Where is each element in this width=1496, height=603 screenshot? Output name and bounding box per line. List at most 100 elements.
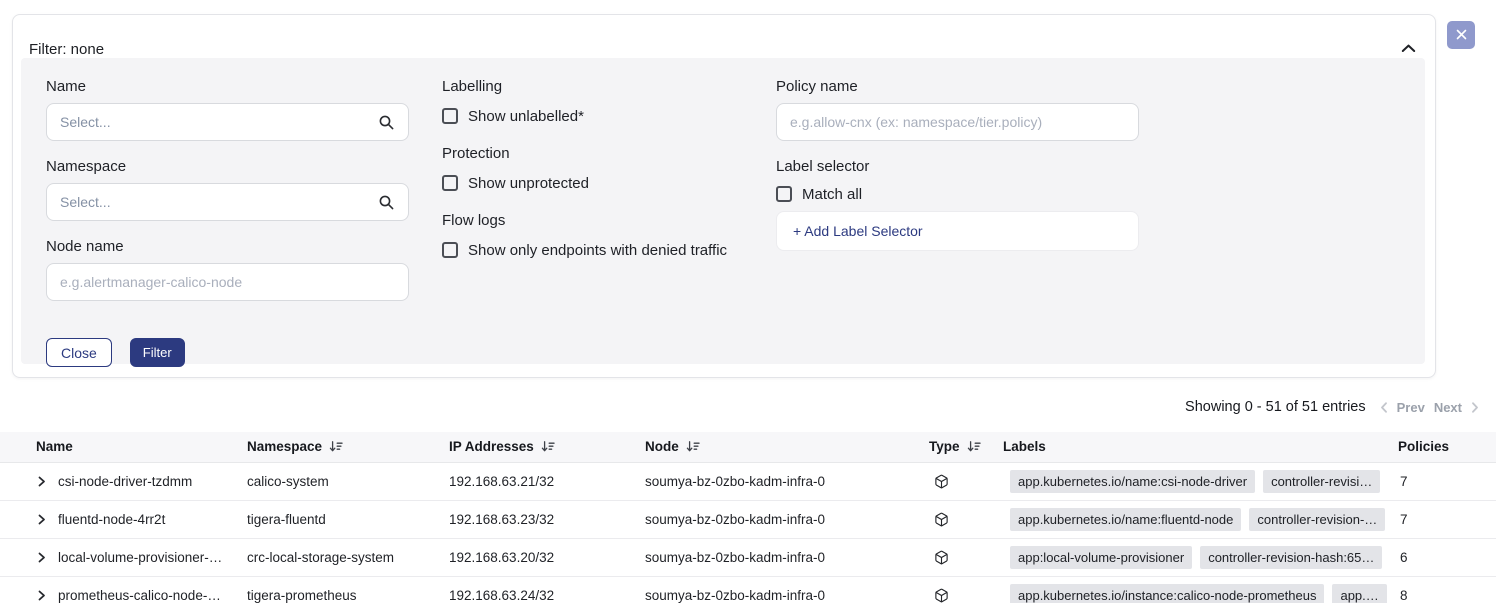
pager: Prev Next: [1380, 400, 1479, 415]
column-label: IP Addresses: [449, 439, 534, 454]
expand-chevron-icon[interactable]: [36, 476, 47, 487]
column-header-type[interactable]: Type: [929, 432, 1003, 462]
endpoint-labels: app.kubernetes.io/name:fluentd-node contr…: [1003, 508, 1398, 531]
match-all-checkbox[interactable]: [776, 186, 792, 202]
column-label: Policies: [1398, 439, 1449, 454]
add-label-selector-button[interactable]: + Add Label Selector: [776, 211, 1139, 251]
collapse-panel-button[interactable]: [1397, 39, 1419, 57]
namespace-filter-label: Namespace: [46, 156, 409, 178]
endpoints-table-body: csi-node-driver-tzdmm calico-system 192.…: [0, 462, 1496, 603]
filter-panel: Filter: none Name Select... Namespace Se…: [12, 14, 1436, 378]
entries-summary: Showing 0 - 51 of 51 entries: [1185, 399, 1366, 415]
name-select-placeholder: Select...: [60, 114, 111, 130]
close-panel-button[interactable]: [1447, 21, 1475, 49]
label-chip: app.kubernetes.io/instance:calico-node-p…: [1010, 584, 1324, 603]
column-header-namespace[interactable]: Namespace: [247, 432, 449, 462]
endpoint-node: soumya-bz-0zbo-kadm-infra-0: [645, 576, 929, 603]
next-button[interactable]: Next: [1434, 400, 1462, 415]
endpoint-name: local-volume-provisioner-…: [58, 550, 222, 565]
column-header-labels: Labels: [1003, 432, 1398, 462]
match-all-label: Match all: [802, 186, 862, 203]
endpoint-policies: 6: [1398, 550, 1496, 565]
table-row[interactable]: csi-node-driver-tzdmm calico-system 192.…: [0, 462, 1496, 500]
prev-button[interactable]: Prev: [1397, 400, 1425, 415]
namespace-filter-select[interactable]: Select...: [46, 183, 409, 221]
filter-column-middle: Labelling Show unlabelled* Protection Sh…: [442, 76, 772, 261]
sort-icon: [686, 440, 700, 453]
filter-button[interactable]: Filter: [130, 338, 185, 367]
column-label: Node: [645, 439, 679, 454]
table-row[interactable]: prometheus-calico-node-… tigera-promethe…: [0, 576, 1496, 603]
namespace-select-placeholder: Select...: [60, 194, 111, 210]
endpoint-namespace: tigera-prometheus: [247, 576, 449, 603]
policy-name-filter-label: Policy name: [776, 76, 1139, 98]
cube-icon: [934, 512, 949, 527]
endpoint-policies: 7: [1398, 474, 1496, 489]
label-chip: controller-revision-…: [1249, 508, 1385, 531]
table-header: Name Namespace IP Addresses Node Type Lab…: [0, 432, 1496, 462]
table-row[interactable]: fluentd-node-4rr2t tigera-fluentd 192.16…: [0, 500, 1496, 538]
chevron-right-icon[interactable]: [1471, 402, 1479, 413]
match-all-row: Match all: [776, 183, 1139, 205]
label-chip: app.kubernetes.io/name:fluentd-node: [1010, 508, 1241, 531]
show-unlabelled-checkbox[interactable]: [442, 108, 458, 124]
show-unlabelled-row: Show unlabelled*: [442, 105, 772, 127]
protection-group-label: Protection: [442, 143, 772, 165]
policy-name-input[interactable]: [776, 103, 1139, 141]
column-header-node[interactable]: Node: [645, 432, 929, 462]
cube-icon: [934, 474, 949, 489]
endpoints-table: Name Namespace IP Addresses Node Type Lab…: [0, 432, 1496, 603]
column-label: Type: [929, 439, 960, 454]
expand-chevron-icon[interactable]: [36, 590, 47, 601]
endpoint-ip: 192.168.63.21/32: [449, 462, 645, 500]
label-chip: controller-revisi…: [1263, 470, 1380, 493]
endpoint-name: csi-node-driver-tzdmm: [58, 474, 192, 489]
filter-column-left: Name Select... Namespace Select... Node …: [46, 76, 409, 367]
column-label: Name: [36, 439, 73, 454]
labelling-group-label: Labelling: [442, 76, 772, 98]
filter-column-right: Policy name Label selector Match all + A…: [776, 76, 1139, 251]
column-header-name: Name: [0, 432, 247, 462]
expand-chevron-icon[interactable]: [36, 552, 47, 563]
pagination-bar: Showing 0 - 51 of 51 entries Prev Next: [1185, 397, 1479, 417]
label-chip: controller-revision-hash:65…: [1200, 546, 1382, 569]
name-filter-label: Name: [46, 76, 409, 98]
show-unprotected-label: Show unprotected: [468, 175, 589, 192]
label-selector-label: Label selector: [776, 156, 1139, 178]
column-label: Labels: [1003, 439, 1046, 454]
endpoint-name: prometheus-calico-node-…: [58, 588, 221, 603]
endpoints-page: Filter: none Name Select... Namespace Se…: [0, 0, 1496, 603]
endpoint-node: soumya-bz-0zbo-kadm-infra-0: [645, 462, 929, 500]
show-unprotected-row: Show unprotected: [442, 172, 772, 194]
table-row[interactable]: local-volume-provisioner-… crc-local-sto…: [0, 538, 1496, 576]
endpoint-labels: app.kubernetes.io/instance:calico-node-p…: [1003, 584, 1398, 603]
show-unprotected-checkbox[interactable]: [442, 175, 458, 191]
flow-logs-group-label: Flow logs: [442, 210, 772, 232]
denied-traffic-checkbox[interactable]: [442, 242, 458, 258]
chevron-up-icon: [1401, 41, 1416, 56]
cube-icon: [934, 550, 949, 565]
endpoint-namespace: tigera-fluentd: [247, 500, 449, 538]
endpoint-labels: app.kubernetes.io/name:csi-node-driverco…: [1003, 470, 1398, 493]
close-icon: [1456, 28, 1467, 43]
name-filter-select[interactable]: Select...: [46, 103, 409, 141]
endpoint-namespace: calico-system: [247, 462, 449, 500]
filter-form: Name Select... Namespace Select... Node …: [21, 58, 1425, 364]
add-label-selector-text: + Add Label Selector: [793, 223, 923, 239]
filter-panel-title: Filter: none: [29, 41, 104, 58]
cube-icon: [934, 588, 949, 603]
column-label: Namespace: [247, 439, 322, 454]
node-name-input[interactable]: [46, 263, 409, 301]
endpoint-policies: 7: [1398, 512, 1496, 527]
expand-chevron-icon[interactable]: [36, 514, 47, 525]
search-icon: [378, 194, 395, 211]
filter-actions: Close Filter: [46, 338, 409, 367]
endpoint-ip: 192.168.63.20/32: [449, 538, 645, 576]
close-button[interactable]: Close: [46, 338, 112, 367]
column-header-ip-addresses[interactable]: IP Addresses: [449, 432, 645, 462]
chevron-left-icon[interactable]: [1380, 402, 1388, 413]
endpoint-ip: 192.168.63.24/32: [449, 576, 645, 603]
endpoint-policies: 8: [1398, 588, 1496, 603]
endpoint-ip: 192.168.63.23/32: [449, 500, 645, 538]
sort-icon: [967, 440, 981, 453]
